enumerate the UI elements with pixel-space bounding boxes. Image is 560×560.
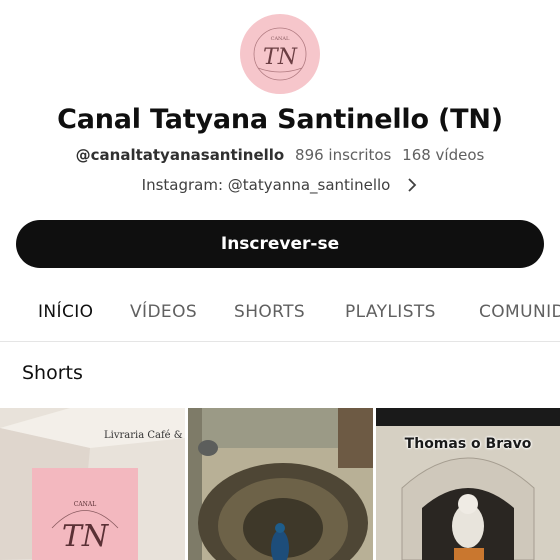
short-thumbnail-1[interactable]: TN CANAL Livraria Café & Poe <box>0 408 185 560</box>
avatar-logo: CANAL TN <box>240 14 320 94</box>
logo-text: TN <box>263 45 298 70</box>
channel-handle: @canaltatyanasantinello <box>75 146 285 164</box>
tab-inicio[interactable]: INÍCIO <box>38 282 93 341</box>
short-3-image <box>376 408 560 560</box>
logo-caption: CANAL <box>271 36 290 42</box>
channel-link-row[interactable]: Instagram: @tatyanna_santinello <box>0 176 560 194</box>
short-thumbnail-2[interactable] <box>188 408 373 560</box>
tab-playlists[interactable]: PLAYLISTS <box>345 282 436 341</box>
channel-tabs: INÍCIO VÍDEOS SHORTS PLAYLISTS COMUNIDAD… <box>0 282 560 342</box>
subscribe-button[interactable]: Inscrever-se <box>16 220 544 268</box>
video-count: 168 vídeos <box>402 146 485 164</box>
subscriber-count: 896 inscritos <box>295 146 392 164</box>
tn-logo-icon: CANAL TN <box>253 27 307 81</box>
channel-name: Canal Tatyana Santinello (TN) <box>57 104 503 135</box>
short-3-overlay: Thomas o Bravo <box>404 436 532 452</box>
channel-link-text: Instagram: @tatyanna_santinello <box>141 176 391 194</box>
channel-avatar[interactable]: CANAL TN <box>240 14 320 94</box>
short-2-image <box>188 408 373 560</box>
short-thumbnail-3[interactable]: Thomas o Bravo <box>376 408 560 560</box>
tab-shorts[interactable]: SHORTS <box>234 282 305 341</box>
svg-text:TN: TN <box>62 519 110 554</box>
channel-meta: @canaltatyanasantinello 896 inscritos 16… <box>0 146 560 164</box>
tab-videos[interactable]: VÍDEOS <box>130 282 197 341</box>
short-1-overlay: Livraria Café & Poe <box>104 430 185 441</box>
chevron-right-icon <box>406 177 418 193</box>
tab-comunidade[interactable]: COMUNIDADE <box>479 282 560 341</box>
svg-text:CANAL: CANAL <box>74 501 97 508</box>
shorts-section-title: Shorts <box>22 362 83 384</box>
